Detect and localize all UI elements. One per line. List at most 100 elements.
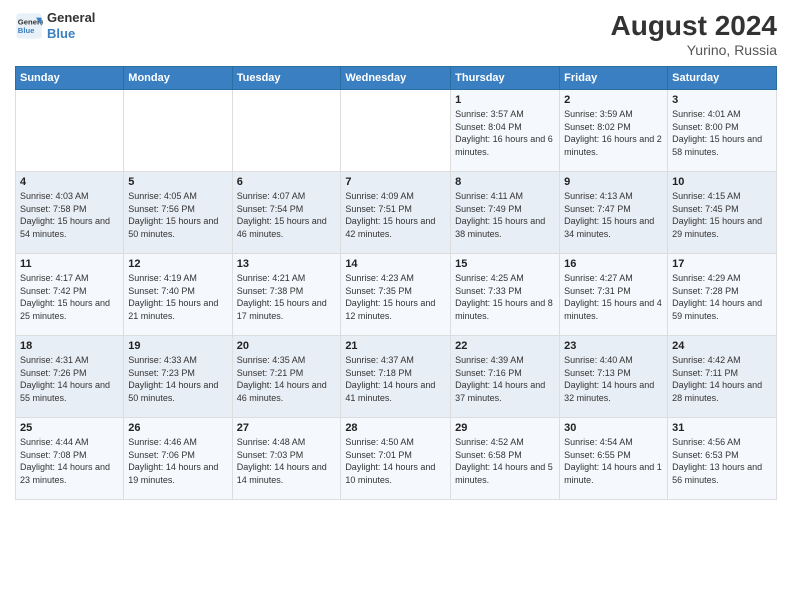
day-number: 14	[345, 258, 446, 270]
day-info: Sunrise: 4:33 AM Sunset: 7:23 PM Dayligh…	[128, 354, 227, 404]
day-number: 19	[128, 340, 227, 352]
day-info: Sunrise: 4:09 AM Sunset: 7:51 PM Dayligh…	[345, 190, 446, 240]
day-info: Sunrise: 4:35 AM Sunset: 7:21 PM Dayligh…	[237, 354, 337, 404]
day-info: Sunrise: 4:05 AM Sunset: 7:56 PM Dayligh…	[128, 190, 227, 240]
calendar-table: Sunday Monday Tuesday Wednesday Thursday…	[15, 66, 777, 500]
day-info: Sunrise: 4:15 AM Sunset: 7:45 PM Dayligh…	[672, 190, 772, 240]
day-number: 21	[345, 340, 446, 352]
day-number: 22	[455, 340, 555, 352]
calendar-cell-w1d4: 8Sunrise: 4:11 AM Sunset: 7:49 PM Daylig…	[451, 172, 560, 254]
day-number: 9	[564, 176, 663, 188]
calendar-cell-w3d6: 24 Sunrise: 4:42 AM Sunset: 7:11 PM Dayli…	[668, 336, 777, 418]
day-info: Sunrise: 4:01 AM Sunset: 8:00 PM Dayligh…	[672, 108, 772, 158]
calendar-cell-w0d4: 1Sunrise: 3:57 AM Sunset: 8:04 PM Daylig…	[451, 90, 560, 172]
day-number: 7	[345, 176, 446, 188]
calendar-cell-w1d3: 7 Sunrise: 4:09 AM Sunset: 7:51 PM Daylig…	[341, 172, 451, 254]
day-number: 6	[237, 176, 337, 188]
calendar-cell-w4d6: 31 Sunrise: 4:56 AM Sunset: 6:53 PM Dayli…	[668, 418, 777, 500]
day-number: 25	[20, 422, 119, 434]
logo: General Blue General Blue	[15, 10, 95, 41]
day-info: Sunrise: 4:27 AM Sunset: 7:31 PM Dayligh…	[564, 272, 663, 322]
day-info: Sunrise: 4:19 AM Sunset: 7:40 PM Dayligh…	[128, 272, 227, 322]
day-info: Sunrise: 4:31 AM Sunset: 7:26 PM Dayligh…	[20, 354, 119, 404]
day-info: Sunrise: 4:03 AM Sunset: 7:58 PM Dayligh…	[20, 190, 119, 240]
day-info: Sunrise: 4:23 AM Sunset: 7:35 PM Dayligh…	[345, 272, 446, 322]
calendar-cell-w1d2: 6Sunrise: 4:07 AM Sunset: 7:54 PM Daylig…	[232, 172, 341, 254]
calendar-cell-w0d5: 2 Sunrise: 3:59 AM Sunset: 8:02 PM Daylig…	[560, 90, 668, 172]
calendar-cell-w2d2: 13Sunrise: 4:21 AM Sunset: 7:38 PM Dayli…	[232, 254, 341, 336]
day-info: Sunrise: 4:54 AM Sunset: 6:55 PM Dayligh…	[564, 436, 663, 486]
calendar-cell-w2d1: 12 Sunrise: 4:19 AM Sunset: 7:40 PM Dayli…	[124, 254, 232, 336]
day-info: Sunrise: 4:48 AM Sunset: 7:03 PM Dayligh…	[237, 436, 337, 486]
day-info: Sunrise: 4:52 AM Sunset: 6:58 PM Dayligh…	[455, 436, 555, 486]
calendar-header: Sunday Monday Tuesday Wednesday Thursday…	[16, 67, 777, 90]
logo-line1: General	[47, 10, 95, 26]
calendar-cell-w3d0: 18 Sunrise: 4:31 AM Sunset: 7:26 PM Dayli…	[16, 336, 124, 418]
day-number: 18	[20, 340, 119, 352]
page-header: General Blue General Blue August 2024 Yu…	[15, 10, 777, 58]
calendar-cell-w4d5: 30 Sunrise: 4:54 AM Sunset: 6:55 PM Dayli…	[560, 418, 668, 500]
location: Yurino, Russia	[611, 42, 778, 58]
day-info: Sunrise: 4:46 AM Sunset: 7:06 PM Dayligh…	[128, 436, 227, 486]
month-year: August 2024	[611, 10, 778, 42]
day-info: Sunrise: 4:13 AM Sunset: 7:47 PM Dayligh…	[564, 190, 663, 240]
col-monday: Monday	[124, 67, 232, 90]
day-info: Sunrise: 4:50 AM Sunset: 7:01 PM Dayligh…	[345, 436, 446, 486]
calendar-cell-w4d2: 27 Sunrise: 4:48 AM Sunset: 7:03 PM Dayli…	[232, 418, 341, 500]
day-number: 10	[672, 176, 772, 188]
day-number: 28	[345, 422, 446, 434]
day-number: 31	[672, 422, 772, 434]
calendar-cell-w1d1: 5 Sunrise: 4:05 AM Sunset: 7:56 PM Daylig…	[124, 172, 232, 254]
day-info: Sunrise: 4:11 AM Sunset: 7:49 PM Dayligh…	[455, 190, 555, 240]
calendar-cell-w1d0: 4Sunrise: 4:03 AM Sunset: 7:58 PM Daylig…	[16, 172, 124, 254]
header-row: Sunday Monday Tuesday Wednesday Thursday…	[16, 67, 777, 90]
day-number: 23	[564, 340, 663, 352]
col-sunday: Sunday	[16, 67, 124, 90]
calendar-cell-w2d5: 16 Sunrise: 4:27 AM Sunset: 7:31 PM Dayli…	[560, 254, 668, 336]
calendar-week-0: 1Sunrise: 3:57 AM Sunset: 8:04 PM Daylig…	[16, 90, 777, 172]
day-number: 27	[237, 422, 337, 434]
day-number: 26	[128, 422, 227, 434]
day-number: 24	[672, 340, 772, 352]
logo-line2: Blue	[47, 26, 95, 42]
day-info: Sunrise: 4:44 AM Sunset: 7:08 PM Dayligh…	[20, 436, 119, 486]
calendar-cell-w4d3: 28 Sunrise: 4:50 AM Sunset: 7:01 PM Dayli…	[341, 418, 451, 500]
calendar-week-4: 25 Sunrise: 4:44 AM Sunset: 7:08 PM Dayli…	[16, 418, 777, 500]
calendar-cell-w2d3: 14 Sunrise: 4:23 AM Sunset: 7:35 PM Dayli…	[341, 254, 451, 336]
calendar-cell-w3d3: 21 Sunrise: 4:37 AM Sunset: 7:18 PM Dayli…	[341, 336, 451, 418]
col-wednesday: Wednesday	[341, 67, 451, 90]
calendar-week-3: 18 Sunrise: 4:31 AM Sunset: 7:26 PM Dayli…	[16, 336, 777, 418]
day-number: 3	[672, 94, 772, 106]
day-info: Sunrise: 3:59 AM Sunset: 8:02 PM Dayligh…	[564, 108, 663, 158]
day-number: 11	[20, 258, 119, 270]
calendar-cell-w0d2	[232, 90, 341, 172]
day-number: 30	[564, 422, 663, 434]
calendar-cell-w4d4: 29 Sunrise: 4:52 AM Sunset: 6:58 PM Dayli…	[451, 418, 560, 500]
day-number: 1	[455, 94, 555, 106]
day-number: 2	[564, 94, 663, 106]
day-number: 29	[455, 422, 555, 434]
svg-text:Blue: Blue	[18, 26, 35, 35]
day-number: 17	[672, 258, 772, 270]
day-number: 16	[564, 258, 663, 270]
day-info: Sunrise: 4:42 AM Sunset: 7:11 PM Dayligh…	[672, 354, 772, 404]
calendar-cell-w0d6: 3 Sunrise: 4:01 AM Sunset: 8:00 PM Daylig…	[668, 90, 777, 172]
calendar-week-1: 4Sunrise: 4:03 AM Sunset: 7:58 PM Daylig…	[16, 172, 777, 254]
calendar-cell-w2d0: 11Sunrise: 4:17 AM Sunset: 7:42 PM Dayli…	[16, 254, 124, 336]
calendar-container: General Blue General Blue August 2024 Yu…	[0, 0, 792, 612]
col-tuesday: Tuesday	[232, 67, 341, 90]
day-number: 20	[237, 340, 337, 352]
calendar-cell-w3d5: 23Sunrise: 4:40 AM Sunset: 7:13 PM Dayli…	[560, 336, 668, 418]
calendar-cell-w3d2: 20 Sunrise: 4:35 AM Sunset: 7:21 PM Dayli…	[232, 336, 341, 418]
calendar-cell-w4d0: 25 Sunrise: 4:44 AM Sunset: 7:08 PM Dayli…	[16, 418, 124, 500]
day-info: Sunrise: 4:37 AM Sunset: 7:18 PM Dayligh…	[345, 354, 446, 404]
day-info: Sunrise: 4:56 AM Sunset: 6:53 PM Dayligh…	[672, 436, 772, 486]
day-info: Sunrise: 4:21 AM Sunset: 7:38 PM Dayligh…	[237, 272, 337, 322]
calendar-cell-w0d0	[16, 90, 124, 172]
calendar-cell-w4d1: 26 Sunrise: 4:46 AM Sunset: 7:06 PM Dayli…	[124, 418, 232, 500]
calendar-cell-w2d4: 15Sunrise: 4:25 AM Sunset: 7:33 PM Dayli…	[451, 254, 560, 336]
logo-icon: General Blue	[15, 12, 43, 40]
day-number: 12	[128, 258, 227, 270]
day-number: 5	[128, 176, 227, 188]
col-thursday: Thursday	[451, 67, 560, 90]
